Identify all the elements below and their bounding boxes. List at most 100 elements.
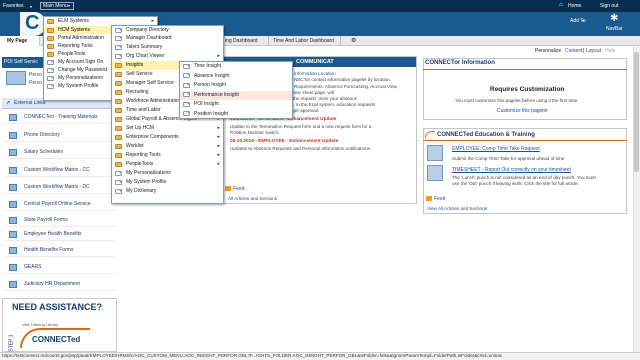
payroll-icon [9,201,17,208]
money-icon [9,149,17,156]
training-library-label: Visit Training Library [22,322,59,327]
menu-item-company-directory[interactable]: Company Directory [112,26,223,34]
building-icon [9,281,17,288]
sidebar-item-payroll[interactable]: Central Payroll Online Service [4,198,116,211]
rss-feed-icon[interactable] [426,196,432,201]
menu-item-position-insight[interactable]: Position Insight [180,110,292,120]
education-feed-link[interactable]: Feed [434,196,445,202]
home-icon[interactable]: ⌂ [559,2,563,8]
personalize-label: Personalize [535,48,562,54]
menu-item-talent-summary[interactable]: Talent Summary [112,43,223,52]
poi-pagelet-title: POI Self Servic [4,59,38,65]
customize-pagelet-link[interactable]: Customize this pagelet [497,108,548,114]
menu-item-peopletools-2[interactable]: PeopleTools ▸ [112,160,223,169]
folder-icon [47,51,54,57]
main-menu-chevron-icon: ▾ [68,3,71,8]
requires-customization-label: Requires Customization [490,86,565,93]
menu-item-absence-insight[interactable]: Absence Insight [180,72,292,82]
menu-item-worklist[interactable]: Worklist ▸ [112,142,223,151]
page-icon [47,75,54,81]
menu-item-my-system-profile[interactable]: My System Profile [112,178,223,187]
employee-update-link[interactable]: 05.10.2016 - EMPLOYEE - Enhancement Upda… [230,138,415,146]
assistance-title: NEED ASSISTANCE? [12,302,103,312]
top-bar [0,0,640,12]
comp-time-text: Submit the Comp Time Take for approval a… [452,156,565,161]
comp-time-thumb-icon [427,145,443,161]
rss-feed-icon[interactable] [225,186,231,191]
communications-title: COMMUNICAT [296,59,334,65]
menu-item-my-personalizations[interactable]: My Personalizations [112,169,223,178]
logo-letter: C [25,12,40,34]
external-links-title: External Links [14,100,46,106]
status-url: https://testconnect.mdcourts.gov/psp/ptu… [2,353,503,358]
page-icon [47,67,54,73]
form-icon [9,217,17,224]
navbar-compass-icon[interactable]: ✱ [610,13,618,24]
navbar-label[interactable]: NavBar [606,26,623,32]
menu-item-setup-hcm[interactable]: Set Up HCM ▸ [112,124,223,133]
favorites-chevron-icon: ▾ [30,3,33,9]
timesheet-thumb-icon [427,165,443,181]
comp-time-link[interactable]: EMPLOYEE: Comp Time Take Request [452,146,540,152]
menu-item-reporting-tools[interactable]: Reporting Tools ▸ [112,151,223,160]
feed-link[interactable]: Feed [233,186,244,192]
help-link[interactable]: Help [605,48,615,54]
employee-update-text: Updates to Absence Requests and Personal… [230,146,372,151]
phone-icon [9,132,17,139]
customize-message: You must customize this pagelet before u… [455,98,579,103]
personalize-content-link[interactable]: Content [565,48,583,54]
personalize-layout-link[interactable]: Layout [586,48,601,54]
form-icon [9,247,17,254]
sidebar-item-gears[interactable]: GEARS [4,261,116,274]
favorites-menu[interactable]: Favorites [3,3,24,9]
link-icon [9,114,17,121]
sidebar-item-health-forms[interactable]: Health Benefits Forms [4,244,116,257]
add-to-chevron-icon: ▾ [582,18,585,23]
tab-my-page[interactable]: My Page [7,38,27,44]
sidebar-item-workflow-dc[interactable]: Custom Workflow Matrix - DC [4,181,116,194]
workflow-icon [9,167,17,174]
home-link[interactable]: Home [568,3,581,9]
menu-item-enterprise-components[interactable]: Enterprise Components ▸ [112,133,223,142]
folder-icon [115,62,122,68]
page-icon [47,59,54,65]
manager-update-text-2: Position Number switch. [230,130,280,135]
person-icon [6,71,26,85]
sidebar-item-training[interactable]: CONNECTed - Training Materials [4,111,116,124]
all-articles-link[interactable]: All Articles and Sections [228,196,277,201]
connected-small-logo [425,131,435,138]
timesheet-link[interactable]: TIMESHEET - Report Out correctly on your… [452,167,571,173]
tab-time-and-labor[interactable]: Time And Labor Dashboard [273,38,334,44]
gears-icon [9,264,17,271]
scrollbar-thumb[interactable] [634,52,639,172]
sidebar-item-judiciary-hr[interactable]: Judiciary HR Department [4,278,116,291]
view-all-articles-link[interactable]: View All Articles and Sections [427,206,487,211]
menu-item-manager-dashboard[interactable]: Manager Dashboard [112,34,223,43]
education-title: CONNECTed Education & Training [437,132,535,138]
external-link-icon: ⇗ [6,100,11,106]
menu-item-elm[interactable]: ELM Systems ▸ [44,17,157,25]
sidebar-item-state-payroll[interactable]: State Payroll Forms [4,214,116,227]
menu-item-org-chart[interactable]: Org Chart Viewer ▸ [112,52,223,61]
tab-settings-gear-icon[interactable]: ⚙ [351,37,356,44]
menu-item-performance-insight[interactable]: Performance Insight [180,90,292,100]
connector-info-title: CONNECTor Information [425,60,495,66]
menu-item-person-insight[interactable]: Person Insight [180,81,292,91]
workflow-icon [9,184,17,191]
tab-dashboard[interactable]: ing Dashboard [225,38,258,44]
person-link-1[interactable]: Perso [29,72,42,78]
menu-item-my-dictionary[interactable]: My Dictionary [112,187,223,196]
sidebar-item-salary[interactable]: Salary Schedules [4,146,116,159]
sidebar-item-workflow-cc[interactable]: Custom Workflow Matrix - CC [4,164,116,177]
menu-item-time-insight[interactable]: Time Insight [180,62,292,72]
timesheet-text-2: use the 'Out' punch if leaving work. Cli… [452,181,579,186]
sidebar-item-health[interactable]: Employee Health Benefits [4,228,116,241]
folder-icon [47,18,54,24]
connected-logo-text: CONNECTed [32,335,81,344]
person-link-2[interactable]: Perso [29,80,42,86]
step-label: STEP 1 [8,334,15,352]
signout-link[interactable]: Sign out [600,3,618,9]
menu-item-poi-insight[interactable]: POI Insight [180,100,292,110]
sidebar-item-phone[interactable]: Phone Directory [4,129,116,142]
health-icon [9,231,17,238]
